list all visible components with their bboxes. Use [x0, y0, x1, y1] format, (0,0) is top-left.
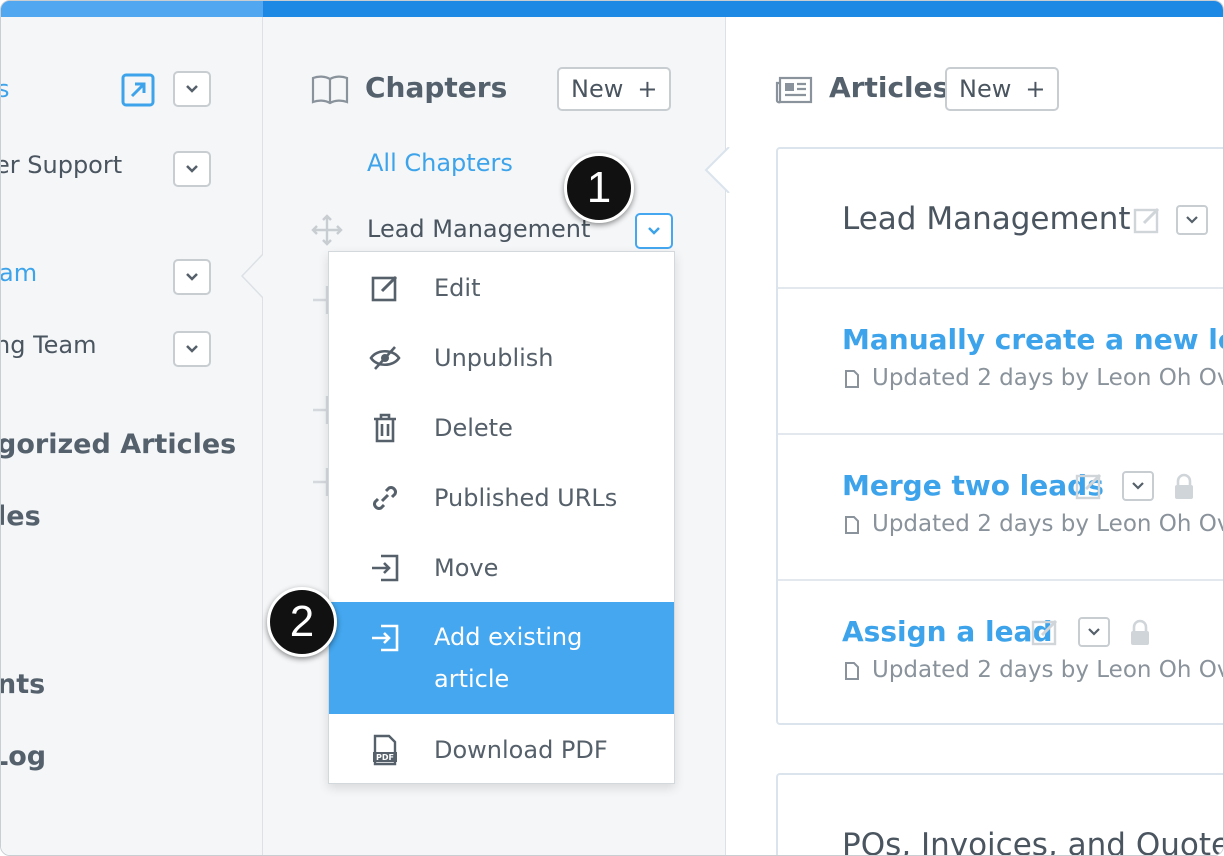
book-icon — [311, 75, 349, 105]
top-bar — [1, 1, 1223, 17]
chevron-down-icon — [1186, 216, 1198, 224]
chevron-down-icon — [186, 273, 198, 281]
plus-icon: + — [637, 75, 658, 103]
chevron-down-icon — [1132, 482, 1144, 490]
chevron-down-icon — [1088, 628, 1100, 636]
section-item[interactable]: er Support — [1, 151, 122, 179]
newspaper-icon — [775, 76, 813, 104]
card-chapter-heading: POs, Invoices, and Quotes — [842, 827, 1224, 856]
chevron-down-icon — [186, 345, 198, 353]
all-chapters-link[interactable]: All Chapters — [367, 149, 513, 177]
menu-item-edit[interactable]: Edit — [329, 262, 674, 314]
add-existing-icon — [372, 624, 399, 652]
chapters-title: Chapters — [365, 71, 508, 104]
sections-panel: s er Support am ng Team gorized Articles… — [1, 17, 263, 855]
article-row: Merge two leads Updated 2 days by Leon O… — [778, 433, 1224, 581]
chapter-item-lead-management[interactable]: Lead Management — [367, 215, 590, 243]
app-window: s er Support am ng Team gorized Articles… — [0, 0, 1224, 856]
menu-item-add-existing-article[interactable]: Add existing article — [329, 602, 674, 714]
menu-item-move[interactable]: Move — [329, 542, 674, 594]
article-title-link[interactable]: Assign a lead — [842, 615, 1053, 648]
new-chapter-button[interactable]: New + — [557, 67, 672, 111]
nav-item[interactable]: nts — [1, 669, 45, 700]
card-dropdown-button[interactable] — [1176, 205, 1208, 235]
new-article-button[interactable]: New + — [945, 67, 1060, 111]
menu-item-published-urls[interactable]: Published URLs — [329, 472, 674, 524]
chevron-down-icon — [186, 165, 198, 173]
section-dropdown-button[interactable] — [173, 71, 211, 107]
chevron-down-icon — [648, 227, 660, 235]
svg-text:PDF: PDF — [376, 753, 394, 762]
article-meta: Updated 2 days by Leon Oh Ov — [872, 365, 1224, 391]
chapter-articles-card: POs, Invoices, and Quotes — [776, 773, 1224, 856]
edit-icon[interactable] — [1132, 205, 1162, 235]
step-badge-1: 1 — [564, 153, 634, 223]
section-dropdown-button[interactable] — [173, 331, 211, 367]
selection-notch — [241, 253, 265, 299]
chapter-dropdown-button[interactable] — [635, 213, 673, 249]
selection-notch — [704, 147, 730, 193]
document-icon — [845, 370, 859, 388]
nav-item[interactable]: les — [1, 501, 41, 532]
document-icon — [845, 516, 859, 534]
trash-icon — [374, 413, 396, 443]
chapter-actions-menu: Edit Unpublish Delete Published URLs Mov… — [328, 251, 675, 784]
article-title-link[interactable]: Manually create a new lead — [842, 323, 1223, 356]
article-row: Manually create a new lead Updated 2 day… — [778, 287, 1224, 435]
link-icon — [373, 486, 397, 510]
menu-item-delete[interactable]: Delete — [329, 402, 674, 454]
edit-icon[interactable] — [1030, 617, 1060, 647]
uncategorized-articles-link[interactable]: gorized Articles — [1, 429, 236, 460]
document-icon — [845, 662, 859, 680]
section-item-active[interactable]: am — [1, 259, 37, 287]
chapter-articles-card: Lead Management Manually create a new le… — [776, 147, 1224, 727]
article-title-link[interactable]: Merge two leads — [842, 469, 1104, 502]
edit-icon[interactable] — [1074, 471, 1104, 501]
lock-icon — [1131, 619, 1149, 645]
card-chapter-heading: Lead Management — [842, 201, 1131, 237]
article-row: Assign a lead Updated 2 days by Leon Oh … — [778, 579, 1224, 727]
nav-item[interactable]: Log — [1, 741, 46, 772]
edit-icon — [371, 275, 398, 302]
plus-icon: + — [1025, 75, 1046, 103]
article-dropdown-button[interactable] — [1078, 617, 1110, 647]
section-item[interactable]: s — [1, 75, 10, 103]
menu-item-unpublish[interactable]: Unpublish — [329, 332, 674, 384]
article-dropdown-button[interactable] — [1122, 471, 1154, 501]
step-badge-2: 2 — [267, 587, 337, 657]
articles-title: Articles — [829, 71, 950, 104]
article-meta: Updated 2 days by Leon Oh Ov — [872, 511, 1224, 537]
move-in-icon — [372, 554, 399, 582]
section-dropdown-button[interactable] — [173, 151, 211, 187]
external-link-icon[interactable] — [121, 73, 155, 107]
chevron-down-icon — [186, 85, 198, 93]
menu-item-download-pdf[interactable]: PDF Download PDF — [329, 724, 674, 776]
eye-slash-icon — [369, 346, 401, 370]
section-dropdown-button[interactable] — [173, 259, 211, 295]
article-meta: Updated 2 days by Leon Oh Ov — [872, 657, 1224, 683]
drag-handle-icon[interactable] — [310, 213, 344, 247]
pdf-icon: PDF — [373, 734, 397, 766]
lock-icon — [1175, 473, 1193, 499]
section-item[interactable]: ng Team — [1, 331, 97, 359]
